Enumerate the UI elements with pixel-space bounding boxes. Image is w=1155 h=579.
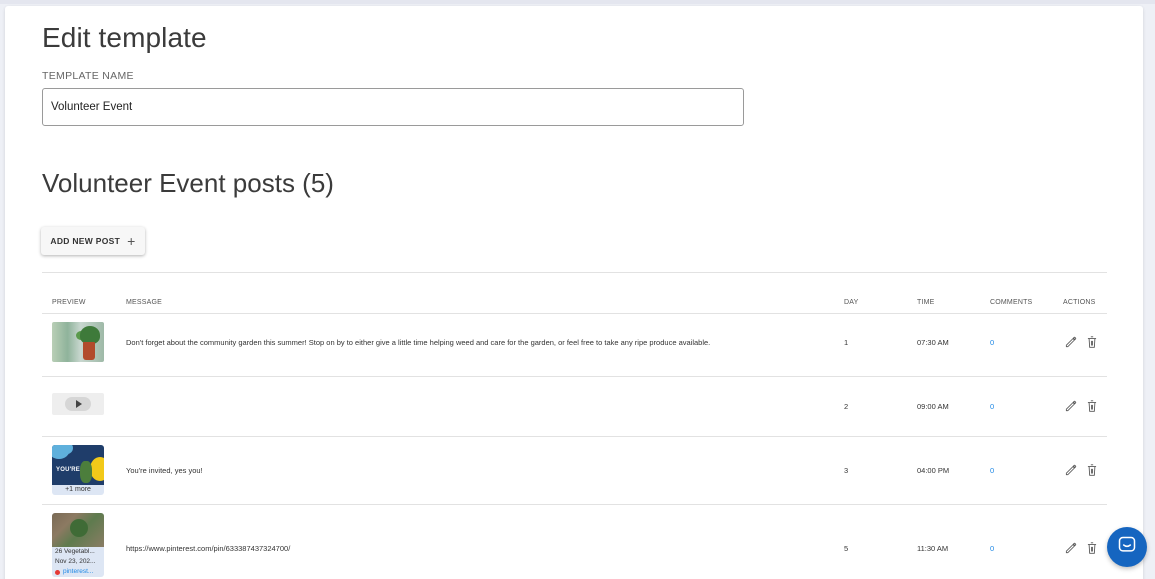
preview-thumbnail[interactable]: [52, 393, 104, 415]
posts-section-title: Volunteer Event posts (5): [42, 168, 334, 198]
page-title: Edit template: [42, 22, 207, 53]
video-preview: [52, 393, 104, 415]
plus-icon: +: [127, 233, 136, 249]
invite-image: YOU'RE: [52, 445, 104, 485]
add-new-post-label: ADD NEW POST: [50, 236, 121, 246]
post-message: Don't forget about the community garden …: [126, 338, 711, 347]
post-time: 09:00 AM: [917, 402, 949, 411]
template-name-input[interactable]: [42, 88, 744, 126]
table-row: Don't forget about the community garden …: [42, 314, 1107, 371]
header-day: DAY: [844, 299, 859, 306]
table-row: 2 09:00 AM 0: [42, 377, 1107, 436]
invite-image-text: YOU'RE: [56, 467, 80, 473]
row-actions: [1064, 463, 1098, 477]
trash-icon[interactable]: [1086, 399, 1098, 413]
trash-icon[interactable]: [1086, 541, 1098, 555]
link-preview-source: pinterest...: [52, 567, 104, 577]
top-border: [0, 0, 1155, 4]
preview-thumbnail[interactable]: YOU'RE +1 more: [52, 445, 104, 495]
pinterest-icon: [55, 569, 60, 575]
template-name-label: TEMPLATE NAME: [42, 70, 134, 82]
trash-icon[interactable]: [1086, 463, 1098, 477]
chat-bubble-icon: [1117, 535, 1137, 560]
post-comments-link[interactable]: 0: [990, 466, 994, 475]
pencil-icon[interactable]: [1064, 463, 1078, 477]
post-message: https://www.pinterest.com/pin/6333874373…: [126, 544, 291, 553]
header-preview: PREVIEW: [52, 299, 86, 306]
link-preview-image: [52, 513, 104, 547]
post-comments-link[interactable]: 0: [990, 338, 994, 347]
header-actions: ACTIONS: [1063, 299, 1096, 306]
preview-thumbnail[interactable]: [52, 322, 104, 362]
chat-support-button[interactable]: [1107, 527, 1147, 567]
table-row: YOU'RE +1 more You're invited, yes you! …: [42, 437, 1107, 504]
trash-icon[interactable]: [1086, 335, 1098, 349]
post-time: 07:30 AM: [917, 338, 949, 347]
pencil-icon[interactable]: [1064, 335, 1078, 349]
header-message: MESSAGE: [126, 299, 163, 306]
row-actions: [1064, 399, 1098, 413]
link-preview-title: 26 Vegetabl...: [55, 548, 95, 555]
table-row: 26 Vegetabl... Nov 23, 202... pinterest.…: [42, 505, 1107, 579]
play-icon: [76, 400, 82, 408]
post-message: You're invited, yes you!: [126, 466, 203, 475]
post-day: 1: [844, 338, 849, 347]
header-time: TIME: [917, 299, 935, 306]
post-comments-link[interactable]: 0: [990, 402, 994, 411]
pencil-icon[interactable]: [1064, 399, 1078, 413]
post-time: 11:30 AM: [917, 544, 949, 553]
post-day: 5: [844, 544, 849, 553]
header-comments: COMMENTS: [990, 299, 1033, 306]
edit-template-card: Edit template TEMPLATE NAME Volunteer Ev…: [5, 6, 1143, 579]
preview-thumbnail[interactable]: 26 Vegetabl... Nov 23, 202... pinterest.…: [52, 513, 104, 577]
row-actions: [1064, 541, 1098, 555]
post-comments-link[interactable]: 0: [990, 544, 994, 553]
add-new-post-button[interactable]: ADD NEW POST +: [41, 227, 145, 255]
post-day: 2: [844, 402, 849, 411]
table-top-divider: [42, 272, 1107, 273]
post-time: 04:00 PM: [917, 466, 950, 475]
row-actions: [1064, 335, 1098, 349]
link-preview-source-text: pinterest...: [63, 568, 94, 575]
plant-image: [52, 322, 104, 362]
post-day: 3: [844, 466, 849, 475]
link-preview-date: Nov 23, 202...: [55, 558, 96, 565]
more-media-count: +1 more: [65, 486, 91, 493]
pencil-icon[interactable]: [1064, 541, 1078, 555]
